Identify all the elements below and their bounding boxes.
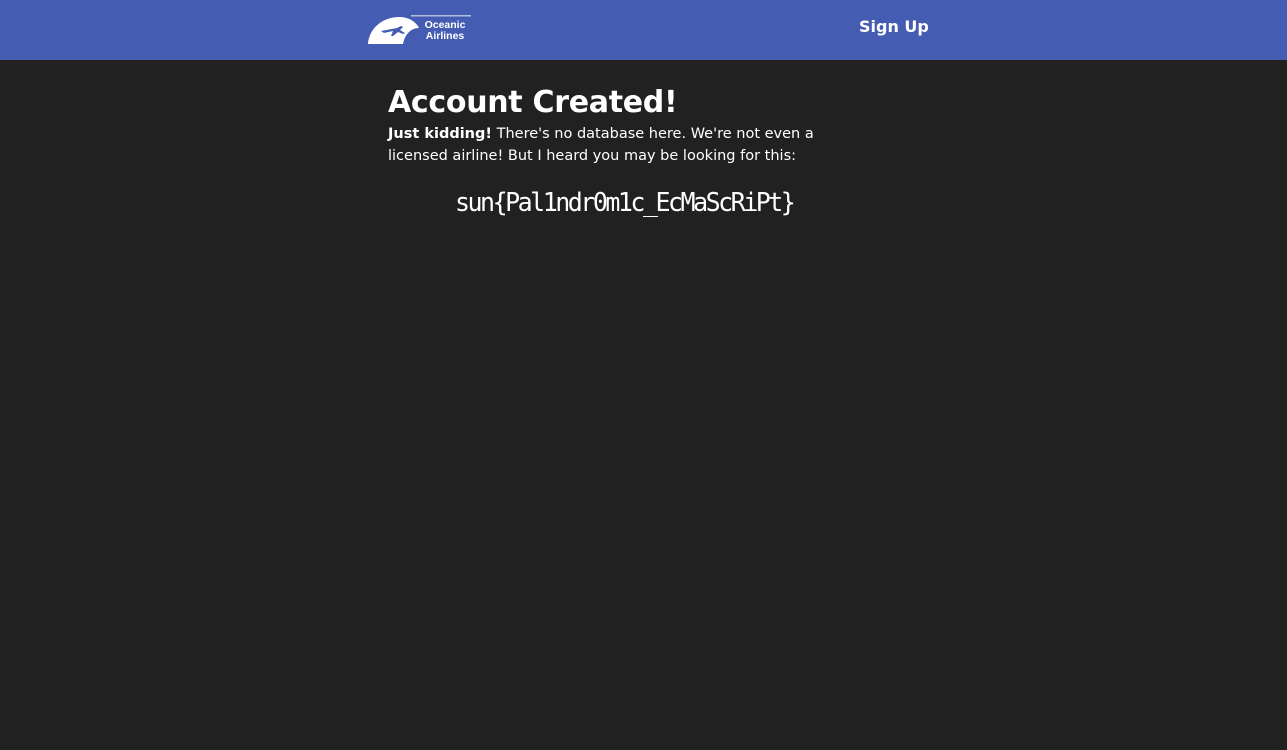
- logo-line-2: Airlines: [425, 30, 465, 42]
- main-content: Account Created! Just kidding! There's n…: [388, 84, 878, 167]
- message-emphasis: Just kidding!: [388, 126, 492, 142]
- oceanic-airlines-logo[interactable]: Oceanic Airlines: [367, 14, 473, 46]
- logo-wordmark: Oceanic Airlines: [417, 20, 473, 42]
- page-title: Account Created!: [388, 85, 678, 120]
- top-navbar: Oceanic Airlines Sign Up: [0, 0, 1287, 60]
- sign-up-link[interactable]: Sign Up: [859, 17, 929, 37]
- status-message: Just kidding! There's no database here. …: [388, 123, 878, 167]
- flag-text: sun{Pal1ndr0m1c_EcMaScRiPt}: [455, 188, 796, 218]
